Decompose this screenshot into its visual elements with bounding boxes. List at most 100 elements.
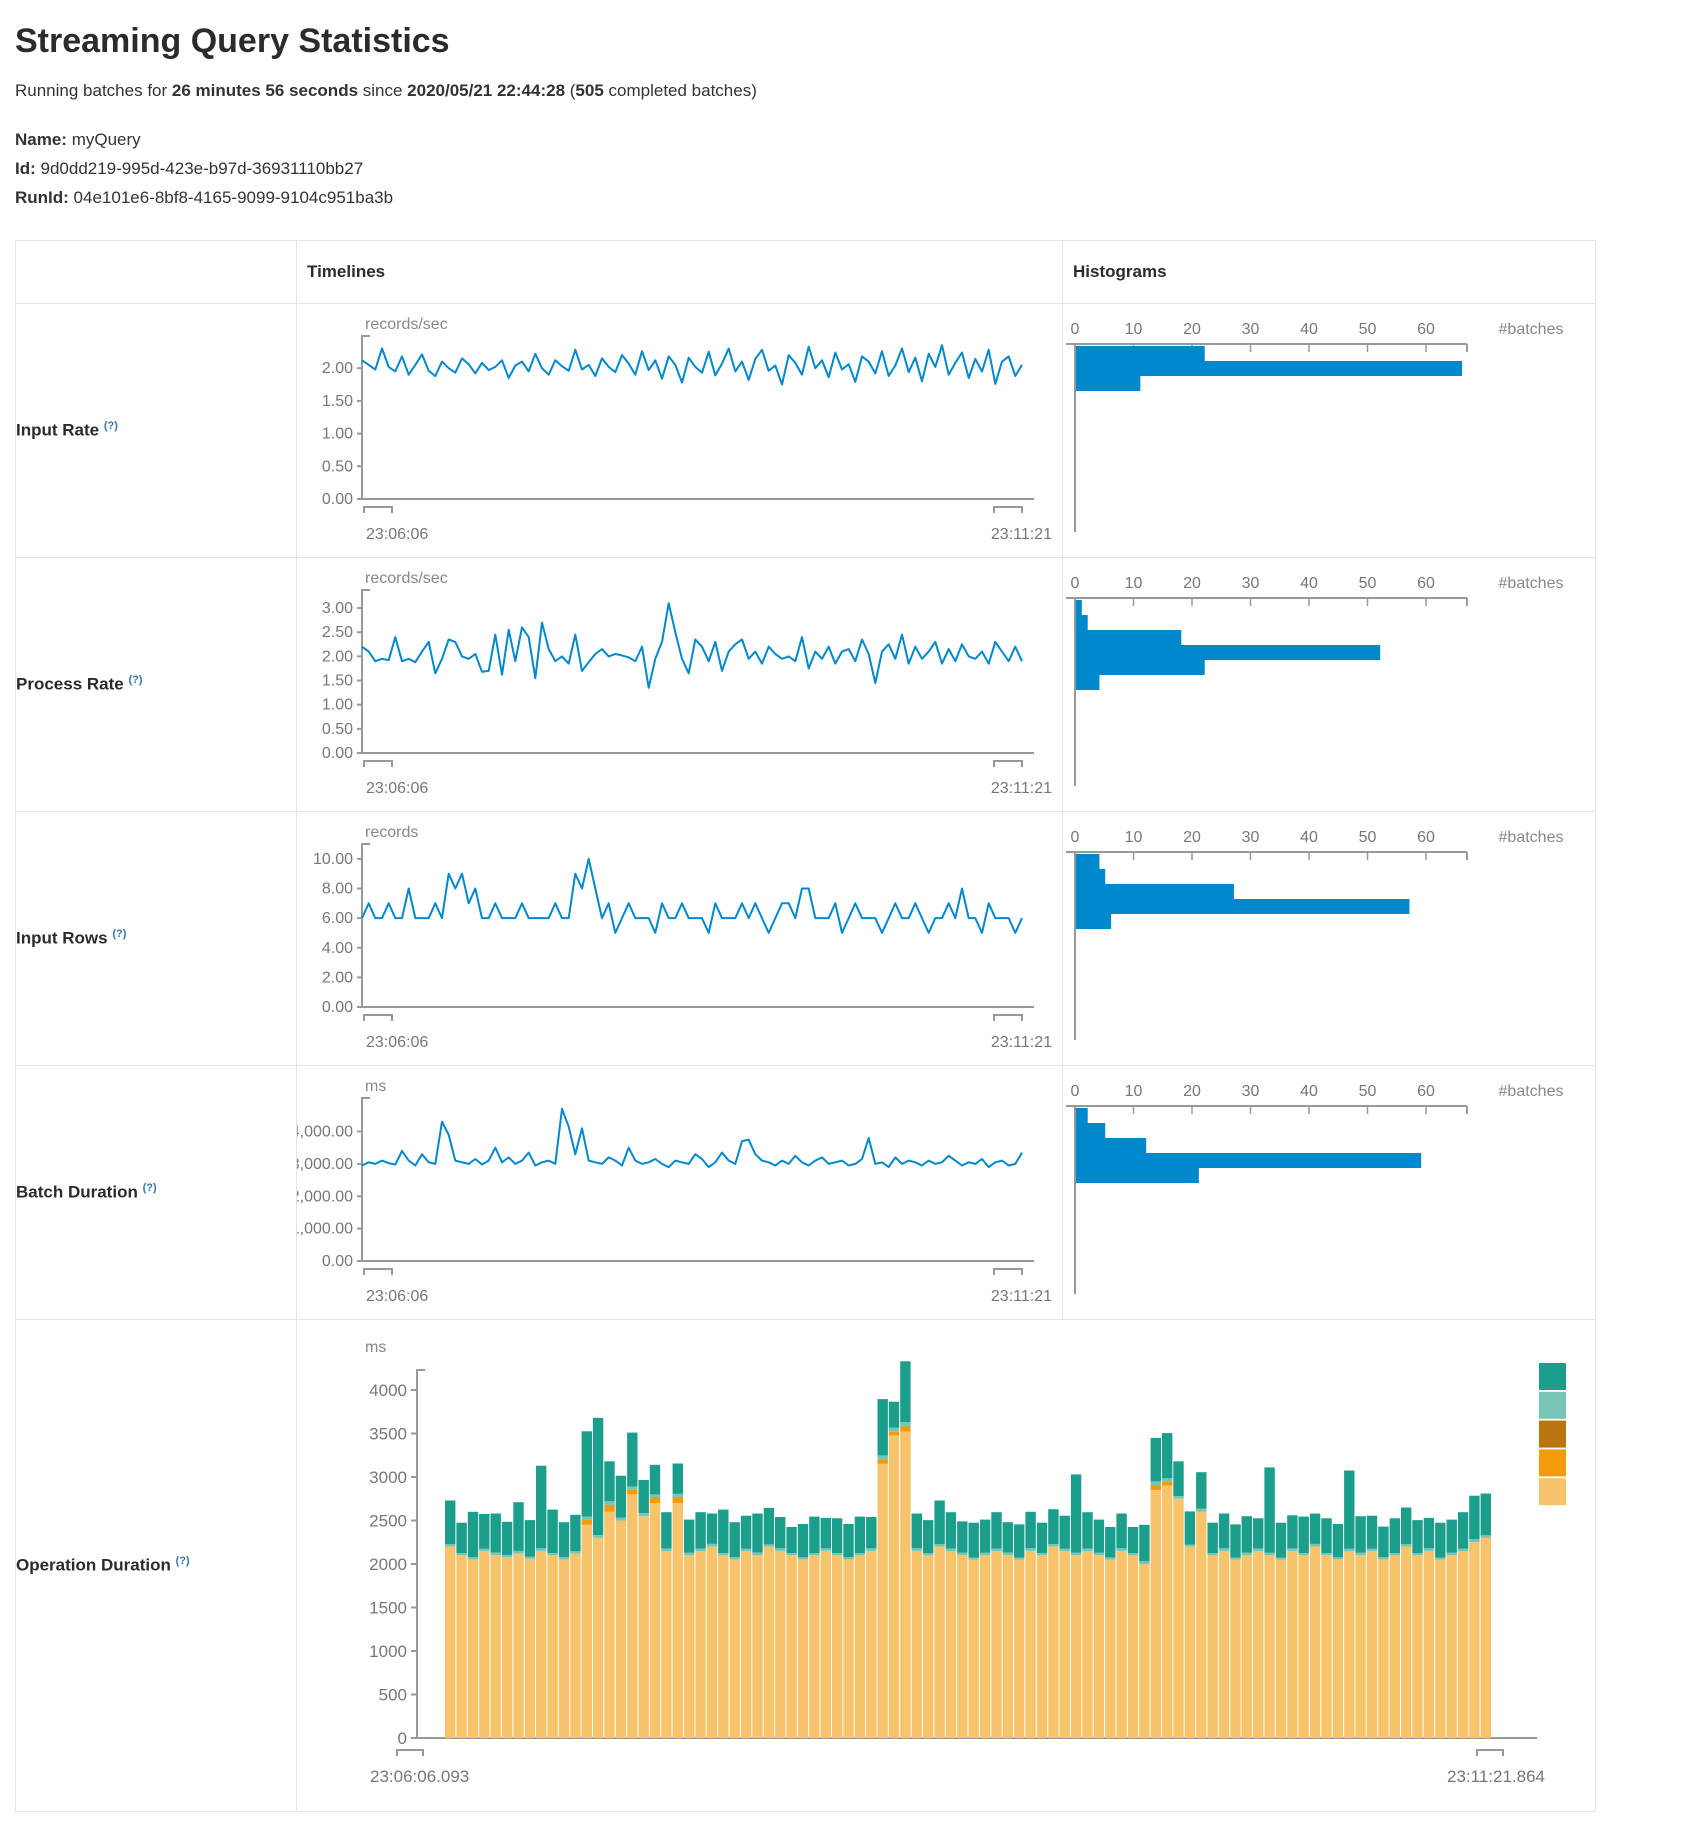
operation-duration-label: Operation Duration: [16, 1556, 171, 1575]
operation-duration-help-icon[interactable]: (?): [176, 1555, 190, 1567]
svg-text:1.00: 1.00: [322, 697, 353, 714]
id-label: Id:: [15, 159, 36, 178]
operation-duration-row: Operation Duration (?) ms400035003000250…: [16, 1320, 1596, 1812]
svg-text:2500: 2500: [369, 1512, 407, 1531]
input-rate-timeline-cell: records/sec2.001.501.000.500.0023:06:062…: [297, 304, 1063, 558]
batch-duration-timeline-cell: ms4,000.003,000.002,000.001,000.000.0023…: [297, 1066, 1063, 1320]
svg-text:23:11:21: 23:11:21: [991, 526, 1052, 543]
svg-text:2.00: 2.00: [322, 969, 353, 986]
operation-duration-label-cell: Operation Duration (?): [16, 1320, 297, 1812]
input-rows-help-icon[interactable]: (?): [112, 928, 126, 940]
svg-text:10: 10: [1125, 1083, 1143, 1100]
name-label: Name:: [15, 130, 67, 149]
svg-text:1.50: 1.50: [322, 393, 353, 410]
svg-text:1500: 1500: [369, 1599, 407, 1618]
svg-text:0.00: 0.00: [322, 1253, 353, 1270]
input-rate-label: Input Rate: [16, 421, 99, 440]
input-rows-timeline-cell: records10.008.006.004.002.000.0023:06:06…: [297, 812, 1063, 1066]
svg-text:1.00: 1.00: [322, 426, 353, 443]
svg-text:2.00: 2.00: [322, 360, 353, 377]
svg-text:1,000.00: 1,000.00: [297, 1221, 353, 1238]
histograms-column-header: Histograms: [1063, 241, 1596, 304]
since-text: since: [358, 81, 407, 100]
input-rows-label: Input Rows: [16, 929, 108, 948]
streaming-statistics-page: Streaming Query Statistics Running batch…: [0, 0, 1693, 1832]
input-rate-help-icon[interactable]: (?): [104, 420, 118, 432]
query-runid-line: RunId: 04e101e6-8bf8-4165-9099-9104c951b…: [15, 183, 1679, 212]
svg-text:30: 30: [1242, 1083, 1260, 1100]
svg-text:0.00: 0.00: [322, 999, 353, 1016]
batch-duration-label-cell: Batch Duration (?): [16, 1066, 297, 1320]
svg-text:#batches: #batches: [1499, 1083, 1564, 1100]
svg-text:60: 60: [1417, 829, 1435, 846]
svg-text:23:06:06: 23:06:06: [366, 1288, 428, 1305]
name-value: myQuery: [67, 130, 141, 149]
timelines-column-header: Timelines: [297, 241, 1063, 304]
svg-text:23:06:06.093: 23:06:06.093: [370, 1767, 469, 1786]
svg-text:23:11:21: 23:11:21: [991, 1288, 1052, 1305]
paren-open: (: [565, 81, 575, 100]
process-rate-label: Process Rate: [16, 675, 124, 694]
table-header-row: Timelines Histograms: [16, 241, 1596, 304]
summary-prefix: Running batches for: [15, 81, 172, 100]
input-rows-histogram-cell: 0 10 20 30 40 50 60 #batches: [1063, 812, 1596, 1066]
metric-column-header: [16, 241, 297, 304]
svg-text:23:06:06: 23:06:06: [366, 1034, 428, 1051]
svg-text:40: 40: [1300, 1083, 1318, 1100]
input-rate-label-cell: Input Rate (?): [16, 304, 297, 558]
process-rate-timeline-chart: records/sec3.002.502.001.501.000.500.002…: [297, 558, 1061, 806]
process-rate-histogram-cell: 0102030405060#batches: [1063, 558, 1596, 812]
svg-text:2.50: 2.50: [322, 624, 353, 641]
running-duration: 26 minutes 56 seconds: [172, 81, 358, 100]
svg-text:50: 50: [1359, 1083, 1377, 1100]
svg-text:40: 40: [1300, 829, 1318, 846]
svg-text:50: 50: [1359, 321, 1377, 338]
svg-text:0.00: 0.00: [322, 745, 353, 762]
svg-text:40: 40: [1300, 575, 1318, 592]
svg-text:#batches: #batches: [1499, 575, 1564, 592]
svg-text:10: 10: [1125, 321, 1143, 338]
svg-text:1.50: 1.50: [322, 673, 353, 690]
query-name-line: Name: myQuery: [15, 125, 1679, 154]
svg-text:4,000.00: 4,000.00: [297, 1124, 353, 1141]
operation-duration-stacked-chart: ms4000350030002500200015001000500023:06:…: [297, 1320, 1594, 1806]
input-rate-timeline-chart: records/sec2.001.501.000.500.0023:06:062…: [297, 304, 1061, 552]
process-rate-label-cell: Process Rate (?): [16, 558, 297, 812]
svg-text:4.00: 4.00: [322, 940, 353, 957]
batches-suffix: completed batches): [604, 81, 757, 100]
svg-text:0.50: 0.50: [322, 458, 353, 475]
svg-text:60: 60: [1417, 1083, 1435, 1100]
svg-text:4000: 4000: [369, 1381, 407, 1400]
svg-text:50: 50: [1359, 829, 1377, 846]
page-title: Streaming Query Statistics: [15, 22, 1679, 61]
id-value: 9d0dd219-995d-423e-b97d-36931110bb27: [36, 159, 363, 178]
batch-duration-help-icon[interactable]: (?): [143, 1182, 157, 1194]
process-rate-timeline-cell: records/sec3.002.502.001.501.000.500.002…: [297, 558, 1063, 812]
svg-text:10: 10: [1125, 829, 1143, 846]
svg-text:20: 20: [1183, 321, 1201, 338]
process-rate-help-icon[interactable]: (?): [128, 674, 142, 686]
svg-text:50: 50: [1359, 575, 1377, 592]
svg-text:30: 30: [1242, 829, 1260, 846]
batch-duration-histogram-chart: 0102030405060#batches: [1063, 1066, 1594, 1314]
running-batches-summary: Running batches for 26 minutes 56 second…: [15, 81, 1679, 101]
svg-text:6.00: 6.00: [322, 910, 353, 927]
svg-text:0: 0: [1071, 829, 1080, 846]
svg-text:30: 30: [1242, 575, 1260, 592]
svg-text:3500: 3500: [369, 1425, 407, 1444]
svg-text:23:06:06: 23:06:06: [366, 780, 428, 797]
svg-text:0: 0: [1071, 1083, 1080, 1100]
svg-text:2.00: 2.00: [322, 648, 353, 665]
svg-text:2,000.00: 2,000.00: [297, 1188, 353, 1205]
batch-duration-row: Batch Duration (?) ms4,000.003,000.002,0…: [16, 1066, 1596, 1320]
input-rows-row: Input Rows (?) records10.008.006.004.002…: [16, 812, 1596, 1066]
svg-text:60: 60: [1417, 321, 1435, 338]
input-rate-histogram-cell: 0102030405060#batches: [1063, 304, 1596, 558]
svg-text:20: 20: [1183, 829, 1201, 846]
svg-text:records/sec: records/sec: [365, 570, 448, 587]
runid-value: 04e101e6-8bf8-4165-9099-9104c951ba3b: [69, 188, 393, 207]
svg-text:ms: ms: [365, 1078, 386, 1095]
svg-text:23:11:21: 23:11:21: [991, 780, 1052, 797]
start-timestamp: 2020/05/21 22:44:28: [407, 81, 565, 100]
svg-text:#batches: #batches: [1499, 829, 1564, 846]
